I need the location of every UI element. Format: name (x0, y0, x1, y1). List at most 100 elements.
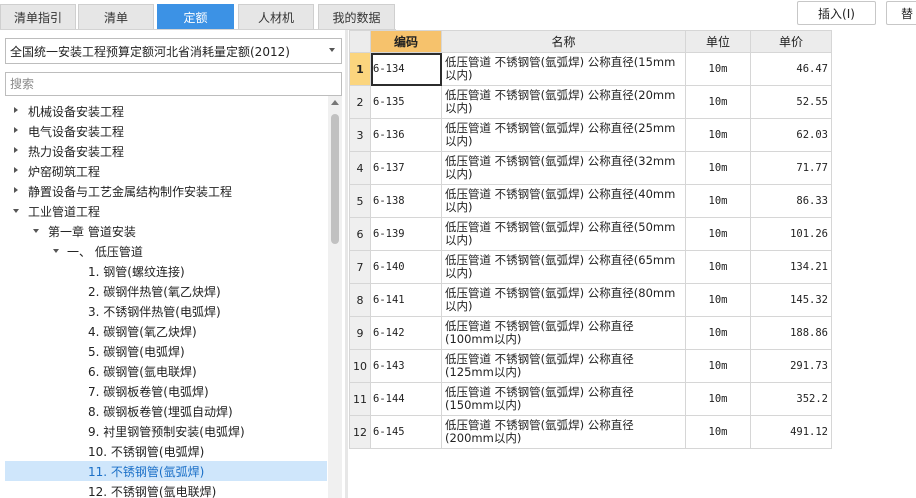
tree-leaf[interactable]: 7. 碳钢板卷管(电弧焊) (5, 381, 327, 401)
tree-leaf-selected[interactable]: 11. 不锈钢管(氩弧焊) (5, 461, 327, 481)
row-price[interactable]: 46.47 (750, 52, 832, 86)
row-code[interactable]: 6-144 (370, 382, 442, 416)
row-name[interactable]: 低压管道 不锈钢管(氩弧焊) 公称直径(25mm 以内) (441, 118, 686, 152)
tree-item-electrical[interactable]: 电气设备安装工程 (5, 121, 327, 141)
tree-leaf[interactable]: 12. 不锈钢管(氩电联焊) (5, 481, 327, 498)
row-name[interactable]: 低压管道 不锈钢管(氩弧焊) 公称直径(40mm 以内) (441, 184, 686, 218)
tree-scrollbar[interactable] (328, 96, 342, 498)
row-price[interactable]: 101.26 (750, 217, 832, 251)
tree-item-thermal[interactable]: 热力设备安装工程 (5, 141, 327, 161)
row-name[interactable]: 低压管道 不锈钢管(氩弧焊) 公称直径(65mm 以内) (441, 250, 686, 284)
tree-item-low-pressure[interactable]: 一、 低压管道 (5, 241, 327, 261)
table-row[interactable]: 1 6-134 低压管道 不锈钢管(氩弧焊) 公称直径(15mm 以内) 10m … (349, 52, 832, 86)
table-row[interactable]: 5 6-138 低压管道 不锈钢管(氩弧焊) 公称直径(40mm 以内) 10m … (349, 184, 832, 218)
table-row[interactable]: 12 6-145 低压管道 不锈钢管(氩弧焊) 公称直径 (200mm以内) 10… (349, 415, 832, 449)
row-name[interactable]: 低压管道 不锈钢管(氩弧焊) 公称直径(80mm 以内) (441, 283, 686, 317)
row-code[interactable]: 6-134 (370, 52, 442, 86)
row-name[interactable]: 低压管道 不锈钢管(氩弧焊) 公称直径(32mm 以内) (441, 151, 686, 185)
row-name[interactable]: 低压管道 不锈钢管(氩弧焊) 公称直径(50mm 以内) (441, 217, 686, 251)
row-code[interactable]: 6-140 (370, 250, 442, 284)
tree-leaf[interactable]: 4. 碳钢管(氧乙炔焊) (5, 321, 327, 341)
header-unit[interactable]: 单位 (685, 30, 751, 53)
row-unit[interactable]: 10m (685, 151, 751, 185)
row-unit[interactable]: 10m (685, 283, 751, 317)
header-price[interactable]: 单价 (750, 30, 832, 53)
row-price[interactable]: 62.03 (750, 118, 832, 152)
row-price[interactable]: 134.21 (750, 250, 832, 284)
row-price[interactable]: 145.32 (750, 283, 832, 317)
expand-icon[interactable] (14, 147, 18, 153)
chevron-down-icon[interactable] (329, 48, 335, 52)
row-name[interactable]: 低压管道 不锈钢管(氩弧焊) 公称直径(15mm 以内) (441, 52, 686, 86)
insert-button[interactable]: 插入(I) (797, 1, 876, 25)
header-name[interactable]: 名称 (441, 30, 686, 53)
row-price[interactable]: 491.12 (750, 415, 832, 449)
row-name[interactable]: 低压管道 不锈钢管(氩弧焊) 公称直径 (125mm以内) (441, 349, 686, 383)
table-row[interactable]: 6 6-139 低压管道 不锈钢管(氩弧焊) 公称直径(50mm 以内) 10m … (349, 217, 832, 251)
table-row[interactable]: 9 6-142 低压管道 不锈钢管(氩弧焊) 公称直径 (100mm以内) 10m… (349, 316, 832, 350)
row-code[interactable]: 6-142 (370, 316, 442, 350)
tab-my-data[interactable]: 我的数据 (318, 4, 395, 29)
row-unit[interactable]: 10m (685, 349, 751, 383)
row-unit[interactable]: 10m (685, 52, 751, 86)
search-input[interactable] (5, 72, 342, 96)
row-price[interactable]: 188.86 (750, 316, 832, 350)
row-code[interactable]: 6-138 (370, 184, 442, 218)
table-row[interactable]: 7 6-140 低压管道 不锈钢管(氩弧焊) 公称直径(65mm 以内) 10m … (349, 250, 832, 284)
row-code[interactable]: 6-139 (370, 217, 442, 251)
row-unit[interactable]: 10m (685, 250, 751, 284)
tree-leaf[interactable]: 6. 碳钢管(氩电联焊) (5, 361, 327, 381)
table-row[interactable]: 3 6-136 低压管道 不锈钢管(氩弧焊) 公称直径(25mm 以内) 10m … (349, 118, 832, 152)
row-code[interactable]: 6-143 (370, 349, 442, 383)
expand-icon[interactable] (14, 127, 18, 133)
scroll-thumb[interactable] (331, 114, 339, 244)
header-code[interactable]: 编码 (370, 30, 442, 53)
tree-leaf[interactable]: 5. 碳钢管(电弧焊) (5, 341, 327, 361)
tree-item-static-equipment[interactable]: 静置设备与工艺金属结构制作安装工程 (5, 181, 327, 201)
collapse-icon[interactable] (53, 249, 59, 253)
row-unit[interactable]: 10m (685, 382, 751, 416)
replace-button[interactable]: 替 (886, 1, 916, 25)
row-name[interactable]: 低压管道 不锈钢管(氩弧焊) 公称直径 (200mm以内) (441, 415, 686, 449)
row-unit[interactable]: 10m (685, 316, 751, 350)
row-name[interactable]: 低压管道 不锈钢管(氩弧焊) 公称直径 (100mm以内) (441, 316, 686, 350)
tree-leaf[interactable]: 9. 衬里钢管预制安装(电弧焊) (5, 421, 327, 441)
row-code[interactable]: 6-145 (370, 415, 442, 449)
row-unit[interactable]: 10m (685, 85, 751, 119)
row-code[interactable]: 6-141 (370, 283, 442, 317)
row-code[interactable]: 6-135 (370, 85, 442, 119)
tree-item-industrial-pipe[interactable]: 工业管道工程 (5, 201, 327, 221)
expand-icon[interactable] (14, 167, 18, 173)
table-row[interactable]: 4 6-137 低压管道 不锈钢管(氩弧焊) 公称直径(32mm 以内) 10m … (349, 151, 832, 185)
tree-leaf[interactable]: 3. 不锈钢伴热管(电弧焊) (5, 301, 327, 321)
row-price[interactable]: 291.73 (750, 349, 832, 383)
expand-icon[interactable] (14, 107, 18, 113)
table-row[interactable]: 2 6-135 低压管道 不锈钢管(氩弧焊) 公称直径(20mm 以内) 10m … (349, 85, 832, 119)
tab-quota[interactable]: 定额 (157, 4, 234, 29)
tree-item-furnace[interactable]: 炉窑砌筑工程 (5, 161, 327, 181)
tree-item-chapter-1[interactable]: 第一章 管道安装 (5, 221, 327, 241)
tree-leaf[interactable]: 1. 钢管(螺纹连接) (5, 261, 327, 281)
row-price[interactable]: 52.55 (750, 85, 832, 119)
row-unit[interactable]: 10m (685, 184, 751, 218)
scroll-up-icon[interactable] (331, 100, 339, 105)
row-price[interactable]: 86.33 (750, 184, 832, 218)
table-row[interactable]: 10 6-143 低压管道 不锈钢管(氩弧焊) 公称直径 (125mm以内) 10… (349, 349, 832, 383)
tree-item-mechanical[interactable]: 机械设备安装工程 (5, 101, 327, 121)
expand-icon[interactable] (14, 187, 18, 193)
tab-list-guide[interactable]: 清单指引 (0, 4, 76, 29)
panel-splitter[interactable] (345, 30, 348, 498)
quota-library-select[interactable]: 全国统一安装工程预算定额河北省消耗量定额(2012) (5, 38, 342, 64)
table-row[interactable]: 8 6-141 低压管道 不锈钢管(氩弧焊) 公称直径(80mm 以内) 10m … (349, 283, 832, 317)
row-unit[interactable]: 10m (685, 118, 751, 152)
row-name[interactable]: 低压管道 不锈钢管(氩弧焊) 公称直径(20mm 以内) (441, 85, 686, 119)
row-unit[interactable]: 10m (685, 217, 751, 251)
row-code[interactable]: 6-136 (370, 118, 442, 152)
row-code[interactable]: 6-137 (370, 151, 442, 185)
collapse-icon[interactable] (33, 229, 39, 233)
table-row[interactable]: 11 6-144 低压管道 不锈钢管(氩弧焊) 公称直径 (150mm以内) 10… (349, 382, 832, 416)
row-unit[interactable]: 10m (685, 415, 751, 449)
tree-leaf[interactable]: 10. 不锈钢管(电弧焊) (5, 441, 327, 461)
tree-leaf[interactable]: 8. 碳钢板卷管(埋弧自动焊) (5, 401, 327, 421)
tab-list[interactable]: 清单 (78, 4, 154, 29)
